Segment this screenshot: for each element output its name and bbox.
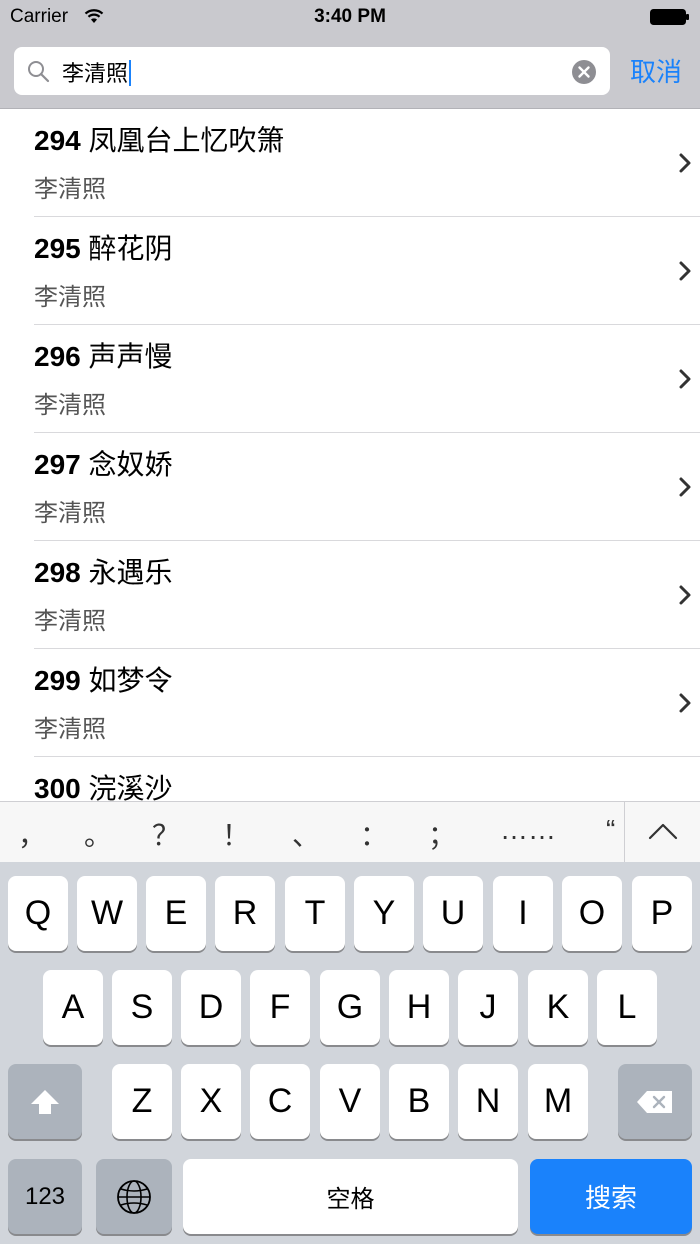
item-number: 298 — [34, 557, 81, 588]
space-key[interactable]: 空格 — [183, 1159, 518, 1234]
key-c[interactable]: C — [250, 1064, 310, 1139]
item-title-text: 醉花阴 — [88, 233, 173, 264]
item-author: 李清照 — [34, 284, 106, 311]
key-o[interactable]: O — [562, 876, 622, 951]
key-i[interactable]: I — [493, 876, 553, 951]
candidate-divider — [624, 802, 625, 862]
item-title-text: 浣溪沙 — [88, 773, 173, 801]
search-icon — [28, 61, 50, 83]
item-number: 294 — [34, 125, 81, 156]
chevron-right-icon — [679, 369, 691, 389]
key-x[interactable]: X — [181, 1064, 241, 1139]
item-number: 300 — [34, 773, 81, 801]
key-s[interactable]: S — [112, 970, 172, 1045]
item-title-text: 念奴娇 — [88, 449, 173, 480]
list-item[interactable]: 295 醉花阴 李清照 — [34, 217, 700, 325]
item-title-text: 声声慢 — [88, 341, 173, 372]
item-title-text: 凤凰台上忆吹箫 — [88, 125, 285, 156]
list-item[interactable]: 297 念奴娇 李清照 — [34, 433, 700, 541]
key-k[interactable]: K — [528, 970, 588, 1045]
key-w[interactable]: W — [77, 876, 137, 951]
chevron-right-icon — [679, 693, 691, 713]
key-p[interactable]: P — [632, 876, 692, 951]
key-m[interactable]: M — [528, 1064, 588, 1139]
item-author: 李清照 — [34, 392, 106, 419]
chevron-right-icon — [679, 153, 691, 173]
battery-icon — [650, 9, 689, 25]
item-author: 李清照 — [34, 500, 106, 527]
chevron-up-icon[interactable] — [648, 822, 678, 840]
candidate-ellipsis[interactable]: …… — [500, 814, 556, 846]
item-title-text: 永遇乐 — [88, 557, 173, 588]
key-u[interactable]: U — [423, 876, 483, 951]
item-title: 294 凤凰台上忆吹箫 — [34, 119, 285, 159]
delete-icon — [637, 1090, 672, 1113]
globe-key[interactable] — [96, 1159, 172, 1234]
candidate-period[interactable]: 。 — [84, 814, 112, 854]
search-query: 李清照 — [62, 56, 132, 88]
key-h[interactable]: H — [389, 970, 449, 1045]
candidate-enumeration-comma[interactable]: 、 — [292, 814, 320, 854]
list-item[interactable]: 300 浣溪沙 — [34, 757, 700, 801]
list-item[interactable]: 296 声声慢 李清照 — [34, 325, 700, 433]
list-item[interactable]: 299 如梦令 李清照 — [34, 649, 700, 757]
item-title: 296 声声慢 — [34, 335, 173, 375]
chevron-right-icon — [679, 477, 691, 497]
item-number: 297 — [34, 449, 81, 480]
search-bar: 李清照 取消 — [0, 36, 700, 109]
list-item[interactable]: 294 凤凰台上忆吹箫 李清照 — [34, 109, 700, 217]
item-author: 李清照 — [34, 176, 106, 203]
candidate-bar: ， 。 ？ ！ 、 ： ； …… “ — [0, 801, 700, 863]
key-d[interactable]: D — [181, 970, 241, 1045]
search-key[interactable]: 搜索 — [530, 1159, 692, 1234]
cancel-button[interactable]: 取消 — [630, 52, 682, 89]
key-q[interactable]: Q — [8, 876, 68, 951]
key-n[interactable]: N — [458, 1064, 518, 1139]
item-author: 李清照 — [34, 608, 106, 635]
candidate-semicolon[interactable]: ； — [428, 814, 456, 854]
key-b[interactable]: B — [389, 1064, 449, 1139]
status-time: 3:40 PM — [314, 6, 386, 27]
key-f[interactable]: F — [250, 970, 310, 1045]
item-number: 299 — [34, 665, 81, 696]
item-number: 296 — [34, 341, 81, 372]
key-y[interactable]: Y — [354, 876, 414, 951]
candidate-colon[interactable]: ： — [360, 814, 388, 854]
results-list: 294 凤凰台上忆吹箫 李清照 295 醉花阴 李清照 296 声声慢 李清照 … — [0, 109, 700, 801]
key-t[interactable]: T — [285, 876, 345, 951]
delete-key[interactable] — [618, 1064, 692, 1139]
candidate-question[interactable]: ？ — [152, 814, 180, 854]
item-number: 295 — [34, 233, 81, 264]
item-title: 297 念奴娇 — [34, 443, 173, 483]
globe-icon — [117, 1179, 151, 1214]
chevron-right-icon — [679, 585, 691, 605]
key-a[interactable]: A — [43, 970, 103, 1045]
key-r[interactable]: R — [215, 876, 275, 951]
shift-key[interactable] — [8, 1064, 82, 1139]
clear-icon[interactable] — [572, 60, 596, 84]
status-bar: Carrier 3:40 PM — [0, 0, 700, 36]
key-e[interactable]: E — [146, 876, 206, 951]
shift-icon — [31, 1089, 59, 1114]
numbers-key[interactable]: 123 — [8, 1159, 82, 1234]
key-v[interactable]: V — [320, 1064, 380, 1139]
item-title: 299 如梦令 — [34, 659, 173, 699]
chevron-right-icon — [679, 261, 691, 281]
text-cursor — [129, 60, 132, 86]
key-j[interactable]: J — [458, 970, 518, 1045]
keyboard: Q W E R T Y U I O P A S D F G H J K L Z … — [0, 862, 700, 1244]
candidate-comma[interactable]: ， — [18, 814, 46, 854]
key-z[interactable]: Z — [112, 1064, 172, 1139]
item-title: 300 浣溪沙 — [34, 767, 173, 801]
search-input[interactable]: 李清照 — [14, 47, 610, 95]
item-title: 298 永遇乐 — [34, 551, 173, 591]
item-title: 295 醉花阴 — [34, 227, 173, 267]
key-l[interactable]: L — [597, 970, 657, 1045]
item-title-text: 如梦令 — [88, 665, 173, 696]
candidate-exclamation[interactable]: ！ — [222, 814, 250, 854]
candidate-quote[interactable]: “ — [606, 814, 615, 846]
list-item[interactable]: 298 永遇乐 李清照 — [34, 541, 700, 649]
item-author: 李清照 — [34, 716, 106, 743]
key-g[interactable]: G — [320, 970, 380, 1045]
